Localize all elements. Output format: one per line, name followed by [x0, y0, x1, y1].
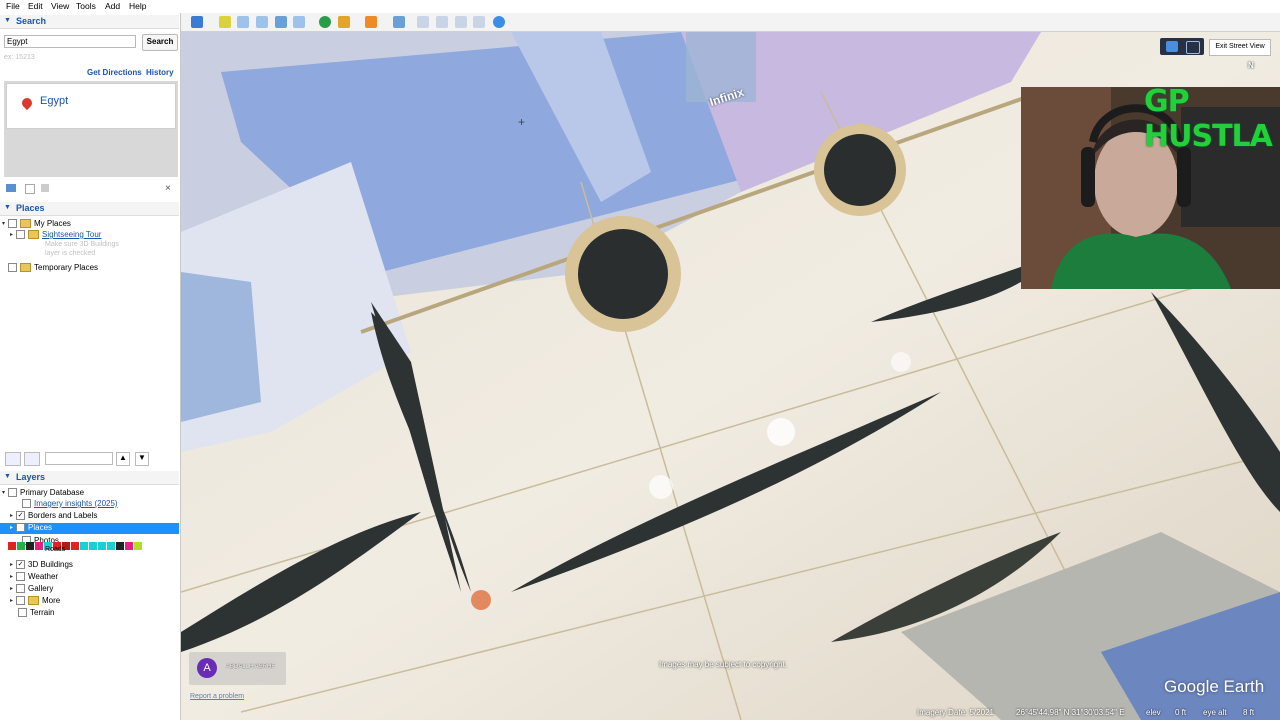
exit-street-view-button[interactable]: Exit Street View: [1209, 39, 1271, 56]
webcam-title-text: GP HUSTLA: [1144, 84, 1273, 154]
coordinates-readout: 26°45'44.98" N 31°30'03.54" E: [1016, 708, 1125, 717]
menu-bar: File Edit View Tools Add Help: [0, 0, 1280, 14]
eye-alt-label: eye alt: [1203, 708, 1227, 717]
search-result-item[interactable]: Egypt: [6, 83, 176, 129]
layers-panel-header[interactable]: ▼ Layers: [0, 471, 179, 485]
pegman-icon[interactable]: [1166, 41, 1178, 52]
maps-icon[interactable]: [473, 16, 485, 28]
elev-label: elev: [1146, 708, 1161, 717]
report-problem-link[interactable]: Report a problem: [190, 693, 244, 700]
placemark-icon[interactable]: [219, 16, 231, 28]
collapse-icon[interactable]: ▼: [4, 17, 11, 24]
menu-edit[interactable]: Edit: [28, 1, 43, 11]
planets-icon[interactable]: [365, 16, 377, 28]
add-folder-icon[interactable]: [6, 184, 16, 192]
tour-icon[interactable]: [293, 16, 305, 28]
search-result-label: Egypt: [40, 95, 69, 107]
google-earth-logo: Google Earth: [1164, 677, 1265, 696]
search-icon[interactable]: [5, 452, 21, 466]
save-image-icon[interactable]: [455, 16, 467, 28]
tree-item-temporary-places[interactable]: Temporary Places: [2, 263, 98, 273]
layers-filter-input[interactable]: [45, 452, 113, 465]
layer-weather[interactable]: ▸ Weather: [10, 572, 58, 582]
polygon-icon[interactable]: [237, 16, 249, 28]
layer-roads[interactable]: Roads: [45, 546, 65, 553]
map-pin-icon: [19, 95, 35, 111]
sidebar: ▼ Search Egypt Search ex: 15213 Get Dire…: [0, 13, 181, 720]
path-icon[interactable]: [256, 16, 268, 28]
refresh-icon[interactable]: [25, 184, 35, 194]
search-hint: ex: 15213: [4, 54, 35, 61]
places-panel-header[interactable]: ▼ Places: [0, 202, 179, 216]
collapse-icon[interactable]: ▼: [4, 204, 11, 211]
folder-icon: [28, 596, 39, 606]
places-header-label: Places: [16, 203, 45, 213]
menu-help[interactable]: Help: [129, 1, 146, 11]
print-icon[interactable]: [41, 184, 49, 192]
history-link[interactable]: History: [146, 68, 174, 77]
layer-imagery-insights[interactable]: Imagery insights (2025): [22, 499, 118, 509]
layer-borders[interactable]: ▸ ✓ Borders and Labels: [10, 511, 97, 521]
layer-places[interactable]: ▸ ✓ Places: [10, 523, 52, 533]
sun-icon[interactable]: [338, 16, 350, 28]
collapse-icon[interactable]: ▼: [4, 473, 11, 480]
tree-item-note: Make sure 3D Buildings: [45, 241, 119, 248]
eye-alt-value: 8 ft: [1243, 708, 1255, 717]
ruler-icon[interactable]: [393, 16, 405, 28]
menu-tools[interactable]: Tools: [76, 1, 96, 11]
elev-value: 0 ft: [1175, 708, 1187, 717]
menu-add[interactable]: Add: [105, 1, 120, 11]
compass-icon[interactable]: N: [1248, 61, 1254, 70]
crosshair-cursor: +: [518, 115, 526, 129]
overlay-icon[interactable]: [275, 16, 287, 28]
view-toggle-icon[interactable]: [1186, 41, 1200, 54]
layer-terrain[interactable]: Terrain: [18, 608, 54, 618]
menu-file[interactable]: File: [6, 1, 20, 11]
layer-gallery[interactable]: ▸ Gallery: [10, 584, 53, 594]
main-toolbar: [181, 13, 1280, 32]
tree-item-sightseeing[interactable]: ▸ Sightseeing Tour: [10, 230, 101, 240]
tree-item-my-places[interactable]: ▾ My Places: [2, 219, 71, 229]
close-icon[interactable]: ×: [165, 183, 171, 194]
contributor-name: ABDALLH ASRHF: [226, 664, 276, 670]
earth-icon[interactable]: [493, 16, 505, 28]
search-button[interactable]: Search: [142, 34, 178, 51]
search-panel-header[interactable]: ▼ Search: [0, 15, 179, 29]
arrow-up-icon[interactable]: ▲: [116, 452, 130, 466]
layers-header-label: Layers: [16, 472, 46, 482]
tree-item-note: layer is checked: [45, 250, 96, 257]
search-results: Egypt: [4, 81, 178, 177]
menu-view[interactable]: View: [51, 1, 69, 11]
search-header-label: Search: [16, 16, 47, 26]
layer-more[interactable]: ▸ More: [10, 596, 60, 606]
search-input[interactable]: Egypt: [4, 35, 136, 48]
avatar: A: [197, 658, 217, 678]
folder-icon: [20, 219, 31, 229]
get-directions-link[interactable]: Get Directions: [87, 68, 142, 77]
layer-3d-buildings[interactable]: ▸ ✓ 3D Buildings: [10, 560, 73, 570]
email-icon[interactable]: [417, 16, 429, 28]
sidebar-toggle-icon[interactable]: [191, 16, 203, 28]
panel-icon[interactable]: [24, 452, 40, 466]
historical-imagery-icon[interactable]: [319, 16, 331, 28]
copyright-notice: Images may be subject to copyright.: [659, 660, 788, 669]
arrow-down-icon[interactable]: ▼: [135, 452, 149, 466]
folder-icon: [20, 263, 31, 273]
imagery-date: Imagery Date: 5/2021: [917, 708, 994, 717]
print-icon[interactable]: [436, 16, 448, 28]
layer-legend-swatches: [8, 542, 142, 550]
folder-icon: [28, 230, 39, 240]
layer-primary-database[interactable]: ▾ Primary Database: [2, 488, 84, 498]
street-view-nav-control[interactable]: [1160, 38, 1204, 55]
